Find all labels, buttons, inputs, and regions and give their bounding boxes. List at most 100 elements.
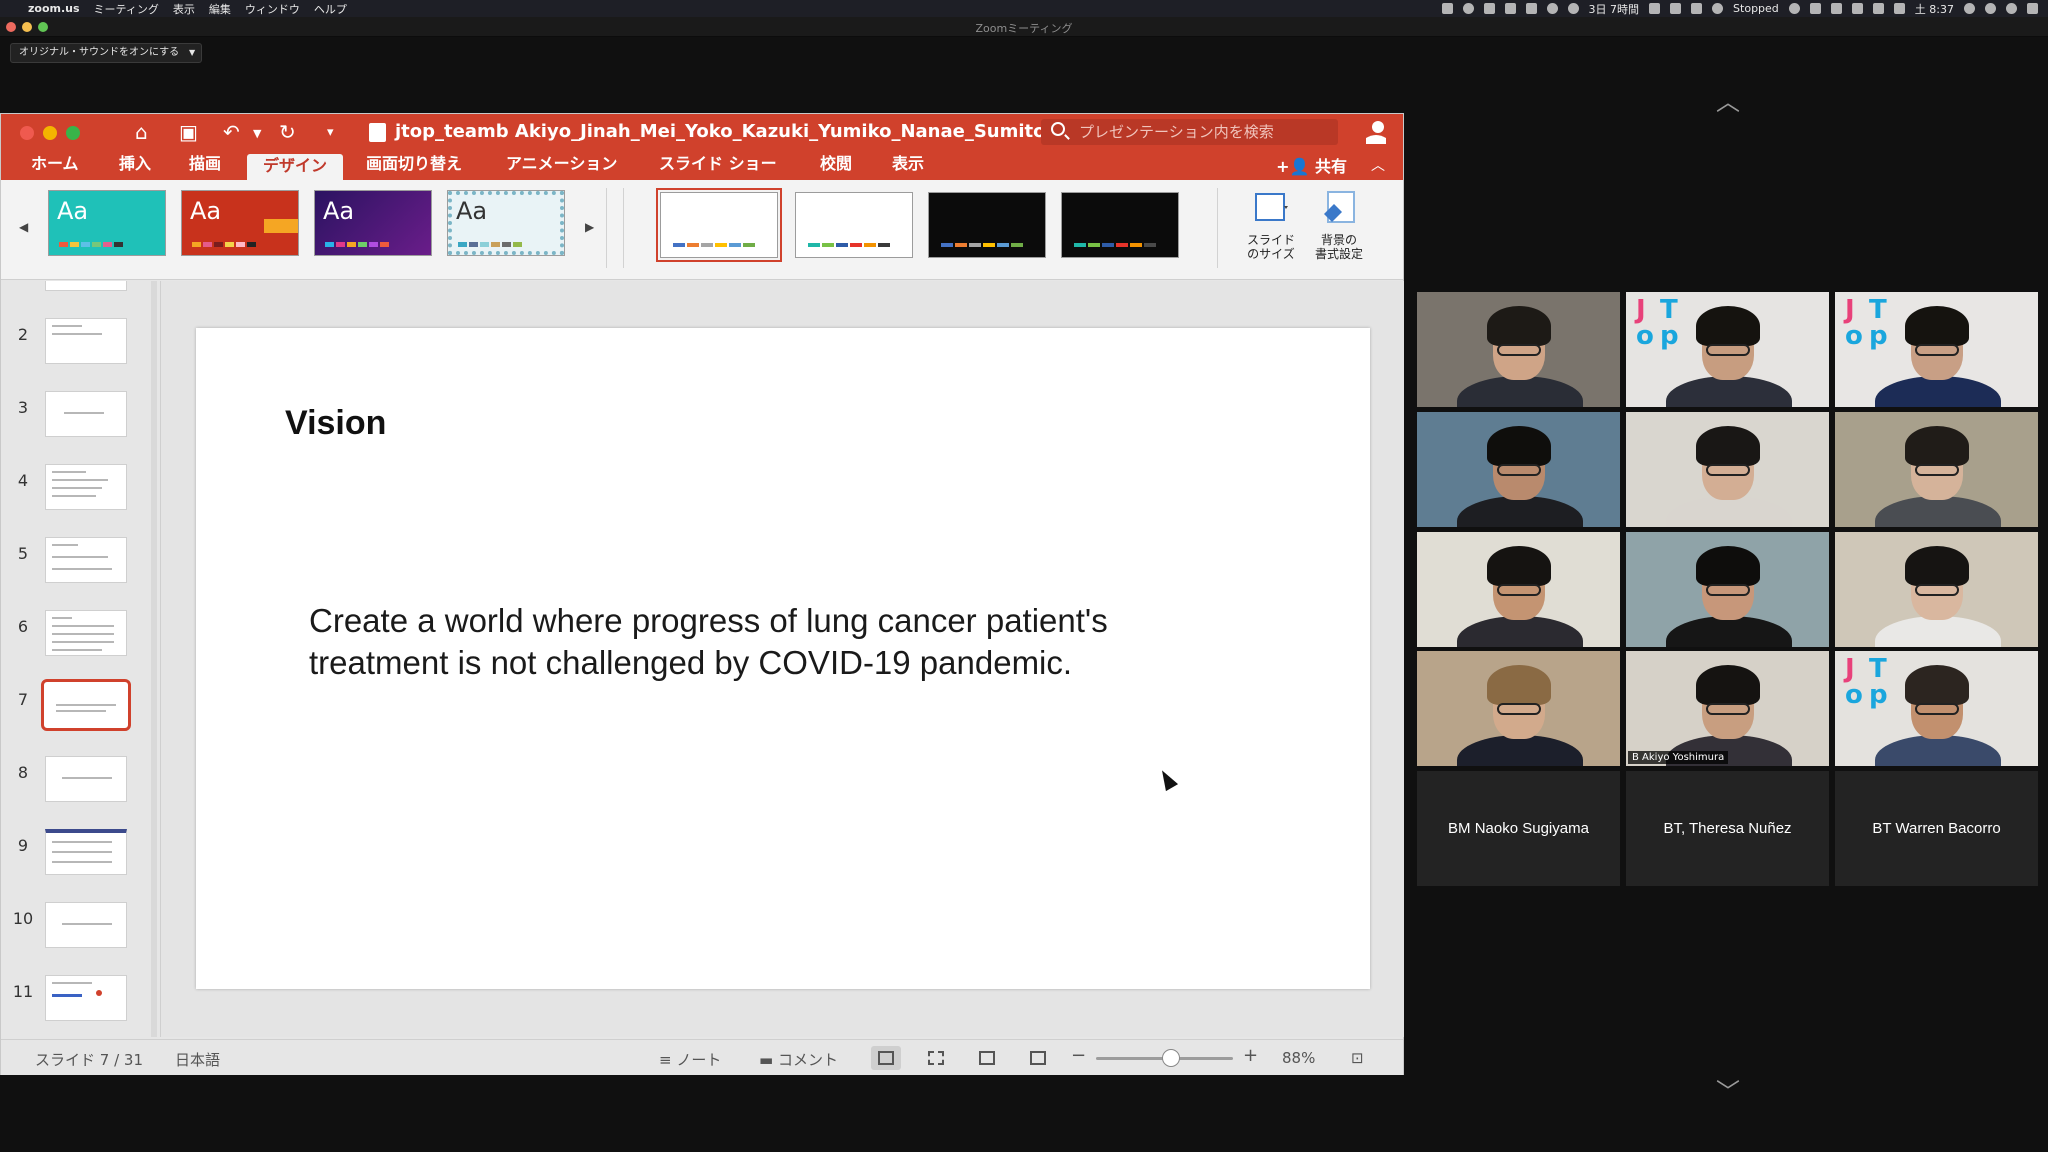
participant-video-tile[interactable] bbox=[1835, 532, 2038, 647]
theme-thumbnail-2[interactable]: Aa bbox=[181, 190, 299, 256]
wifi-icon[interactable] bbox=[1851, 3, 1863, 14]
slide-thumbnail-6[interactable] bbox=[45, 610, 127, 656]
volume-icon[interactable] bbox=[1872, 3, 1884, 14]
slide-size-button[interactable]: スライド のサイズ bbox=[1241, 188, 1301, 261]
participant-video-tile[interactable]: JTop bbox=[1835, 292, 2038, 407]
menubar-clock[interactable]: 土 8:37 bbox=[1915, 1, 1954, 17]
time-machine-icon[interactable] bbox=[1788, 3, 1800, 14]
menu-app-name[interactable]: zoom.us bbox=[28, 2, 80, 15]
account-icon[interactable] bbox=[1365, 120, 1387, 144]
bookmark-icon[interactable] bbox=[1691, 3, 1703, 14]
slide-thumbnail-7-selected[interactable] bbox=[41, 679, 131, 731]
slide-thumbnail-4[interactable] bbox=[45, 464, 127, 510]
original-sound-button[interactable]: オリジナル・サウンドをオンにする ▼ bbox=[10, 43, 203, 63]
gallery-up-icon[interactable]: ︿ bbox=[1716, 82, 1740, 117]
grid-icon[interactable] bbox=[1525, 3, 1537, 14]
ppt-zoom-button[interactable] bbox=[66, 126, 80, 140]
slide-body-text[interactable]: Create a world where progress of lung ca… bbox=[309, 600, 1249, 684]
user-icon[interactable] bbox=[1964, 3, 1975, 14]
menu-help[interactable]: ヘルプ bbox=[314, 1, 347, 17]
participant-video-tile[interactable]: JTop bbox=[1626, 292, 1829, 407]
save-icon[interactable]: ▣ bbox=[179, 120, 198, 144]
gallery-prev-icon[interactable]: ◀ bbox=[19, 220, 28, 234]
input-source-icon[interactable] bbox=[1893, 3, 1905, 14]
spotlight-search-icon[interactable] bbox=[1985, 3, 1996, 14]
timer-icon[interactable] bbox=[1567, 3, 1579, 14]
notification-center-icon[interactable] bbox=[2027, 3, 2038, 14]
tab-insert[interactable]: 挿入 bbox=[119, 150, 151, 180]
reading-view-button[interactable] bbox=[972, 1046, 1002, 1070]
variant-thumbnail-3[interactable] bbox=[928, 192, 1046, 258]
menu-window[interactable]: ウィンドウ bbox=[245, 1, 300, 17]
participant-video-tile[interactable] bbox=[1417, 532, 1620, 647]
tab-home[interactable]: ホーム bbox=[31, 150, 79, 180]
zoom-out-icon[interactable]: − bbox=[1071, 1045, 1086, 1066]
thumbnails-scrollbar[interactable] bbox=[151, 281, 157, 1037]
slide-thumbnail-9[interactable] bbox=[45, 829, 127, 875]
participant-video-tile[interactable] bbox=[1835, 412, 2038, 527]
notes-button[interactable]: ≡ ノート bbox=[659, 1049, 721, 1070]
participant-name-tile[interactable]: BT, Theresa Nuñez bbox=[1626, 771, 1829, 886]
home-icon[interactable]: ⌂ bbox=[135, 120, 148, 144]
gallery-down-icon[interactable]: ﹀ bbox=[1716, 1072, 1740, 1107]
backup-icon[interactable] bbox=[1670, 3, 1682, 14]
slide-canvas[interactable]: Vision Create a world where progress of … bbox=[196, 328, 1370, 989]
slide-thumbnail-11[interactable] bbox=[45, 975, 127, 1021]
slide-thumbnail-10[interactable] bbox=[45, 902, 127, 948]
dropbox-icon[interactable] bbox=[1504, 3, 1516, 14]
settings-icon[interactable] bbox=[1830, 3, 1842, 14]
participant-name-tile[interactable]: BM Naoko Sugiyama bbox=[1417, 771, 1620, 886]
tab-view[interactable]: 表示 bbox=[892, 150, 924, 180]
zoom-level[interactable]: 88% bbox=[1282, 1049, 1315, 1067]
ppt-minimize-button[interactable] bbox=[43, 126, 57, 140]
tab-animations[interactable]: アニメーション bbox=[506, 150, 617, 180]
zoom-in-icon[interactable]: + bbox=[1243, 1045, 1258, 1066]
participant-video-tile[interactable] bbox=[1417, 292, 1620, 407]
record-icon[interactable] bbox=[1462, 3, 1474, 14]
tab-draw[interactable]: 描画 bbox=[189, 150, 221, 180]
location-icon[interactable] bbox=[1649, 3, 1661, 14]
undo-dropdown-icon[interactable]: ▼ bbox=[253, 127, 261, 140]
slide-title[interactable]: Vision bbox=[285, 404, 386, 443]
participant-video-tile[interactable]: JTop bbox=[1835, 651, 2038, 766]
search-presentation-input[interactable]: プレゼンテーション内を検索 bbox=[1041, 119, 1338, 145]
menu-edit[interactable]: 編集 bbox=[209, 1, 231, 17]
language-indicator[interactable]: 日本語 bbox=[175, 1049, 220, 1070]
slide-thumbnail-3[interactable] bbox=[45, 391, 127, 437]
menu-view[interactable]: 表示 bbox=[173, 1, 195, 17]
siri-icon[interactable] bbox=[2006, 3, 2017, 14]
normal-view-button[interactable] bbox=[871, 1046, 901, 1070]
variant-thumbnail-2[interactable] bbox=[795, 192, 913, 258]
tab-design[interactable]: デザイン bbox=[247, 154, 344, 180]
collapse-ribbon-icon[interactable]: ︿ bbox=[1371, 155, 1385, 175]
slide-thumbnail-2[interactable] bbox=[45, 318, 127, 364]
fit-to-window-icon[interactable]: ⊡ bbox=[1351, 1049, 1364, 1067]
variant-thumbnail-1[interactable] bbox=[656, 188, 782, 262]
slide-thumbnail-5[interactable] bbox=[45, 537, 127, 583]
theme-thumbnail-1[interactable]: Aa bbox=[48, 190, 166, 256]
variant-thumbnail-4[interactable] bbox=[1061, 192, 1179, 258]
format-background-button[interactable]: 背景の 書式設定 bbox=[1309, 188, 1369, 261]
slide-thumbnail-8[interactable] bbox=[45, 756, 127, 802]
participant-video-tile[interactable] bbox=[1626, 532, 1829, 647]
theme-thumbnail-3[interactable]: Aa bbox=[314, 190, 432, 256]
recording-status-icon[interactable] bbox=[1712, 3, 1724, 14]
theme-thumbnail-4[interactable]: Aa bbox=[447, 190, 565, 256]
undo-icon[interactable]: ↶ bbox=[223, 120, 240, 144]
participant-video-tile[interactable] bbox=[1626, 412, 1829, 527]
participant-video-tile[interactable] bbox=[1417, 651, 1620, 766]
customize-toolbar-icon[interactable]: ▾ bbox=[327, 125, 334, 140]
slideshow-button[interactable] bbox=[1023, 1046, 1053, 1070]
menu-meeting[interactable]: ミーティング bbox=[94, 1, 159, 17]
participant-name-tile[interactable]: BT Warren Bacorro bbox=[1835, 771, 2038, 886]
redo-icon[interactable]: ↻ bbox=[279, 120, 296, 144]
bluetooth-icon[interactable] bbox=[1483, 3, 1495, 14]
cloud-icon[interactable] bbox=[1546, 3, 1558, 14]
gallery-next-icon[interactable]: ▶ bbox=[585, 220, 594, 234]
slide-thumbnail-1[interactable] bbox=[45, 281, 127, 291]
zoom-slider[interactable] bbox=[1096, 1049, 1233, 1067]
slide-sorter-button[interactable] bbox=[921, 1046, 951, 1070]
ppt-close-button[interactable] bbox=[20, 126, 34, 140]
tab-slideshow[interactable]: スライド ショー bbox=[659, 150, 777, 180]
zoom-status-icon[interactable] bbox=[1441, 3, 1453, 14]
